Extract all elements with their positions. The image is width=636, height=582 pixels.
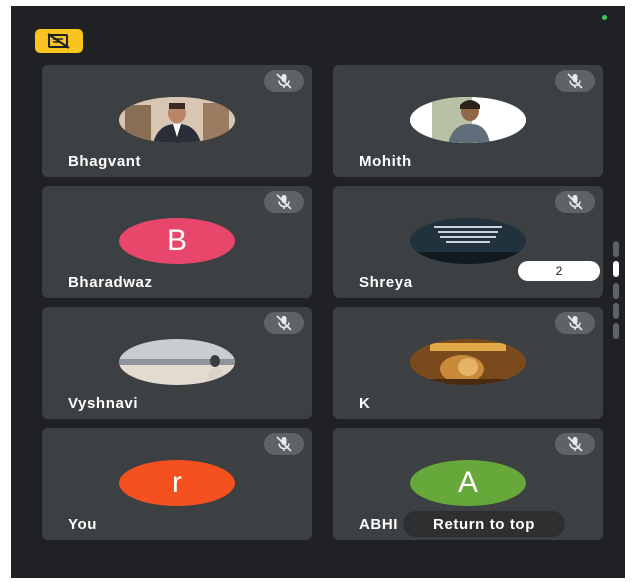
avatar <box>410 339 526 385</box>
avatar: r <box>119 460 235 506</box>
avatar: A <box>410 460 526 506</box>
mic-off-icon <box>264 191 304 213</box>
participant-name: ABHI <box>359 516 399 533</box>
mic-off-icon <box>555 191 595 213</box>
scrollbar-segment <box>613 283 619 299</box>
participant-tile[interactable]: r You <box>42 428 312 540</box>
mic-off-icon <box>555 433 595 455</box>
return-to-top-button[interactable]: Return to top <box>403 511 565 537</box>
scrollbar[interactable] <box>613 241 619 341</box>
avatar <box>410 218 526 264</box>
mic-off-icon <box>555 312 595 334</box>
participant-tile[interactable]: Bhagvant <box>42 65 312 177</box>
participant-name: K <box>359 395 371 412</box>
scrollbar-thumb[interactable] <box>613 261 619 277</box>
status-dot <box>602 15 607 20</box>
participant-tile[interactable]: Vyshnavi <box>42 307 312 419</box>
scrollbar-segment <box>613 303 619 319</box>
avatar-letter: B <box>166 224 187 257</box>
participant-tile[interactable]: K <box>333 307 603 419</box>
scrollbar-segment <box>613 323 619 339</box>
participant-tile[interactable]: B Bharadwaz <box>42 186 312 298</box>
participant-name: Mohith <box>359 153 412 170</box>
participant-tile[interactable]: Shreya <box>333 186 603 298</box>
avatar <box>119 339 235 385</box>
avatar-letter: A <box>457 466 478 499</box>
participant-name: Shreya <box>359 274 413 291</box>
participant-name: Vyshnavi <box>68 395 139 412</box>
cast-off-icon[interactable] <box>35 29 83 53</box>
mic-off-icon <box>264 433 304 455</box>
meeting-screen: Bhagvant Mohith B Bharadwaz Shreya Vyshn… <box>11 6 625 578</box>
participant-name: You <box>68 516 98 533</box>
avatar: B <box>119 218 235 264</box>
participant-name: Bhagvant <box>68 153 142 170</box>
mic-off-icon <box>264 312 304 334</box>
avatar <box>119 97 235 143</box>
avatar <box>410 97 526 143</box>
participant-name: Bharadwaz <box>68 274 153 291</box>
scrollbar-segment <box>613 241 619 257</box>
mic-off-icon <box>555 70 595 92</box>
participant-tile[interactable]: Mohith <box>333 65 603 177</box>
avatar-letter: r <box>172 466 182 499</box>
page-indicator: 2 <box>518 261 600 281</box>
mic-off-icon <box>264 70 304 92</box>
